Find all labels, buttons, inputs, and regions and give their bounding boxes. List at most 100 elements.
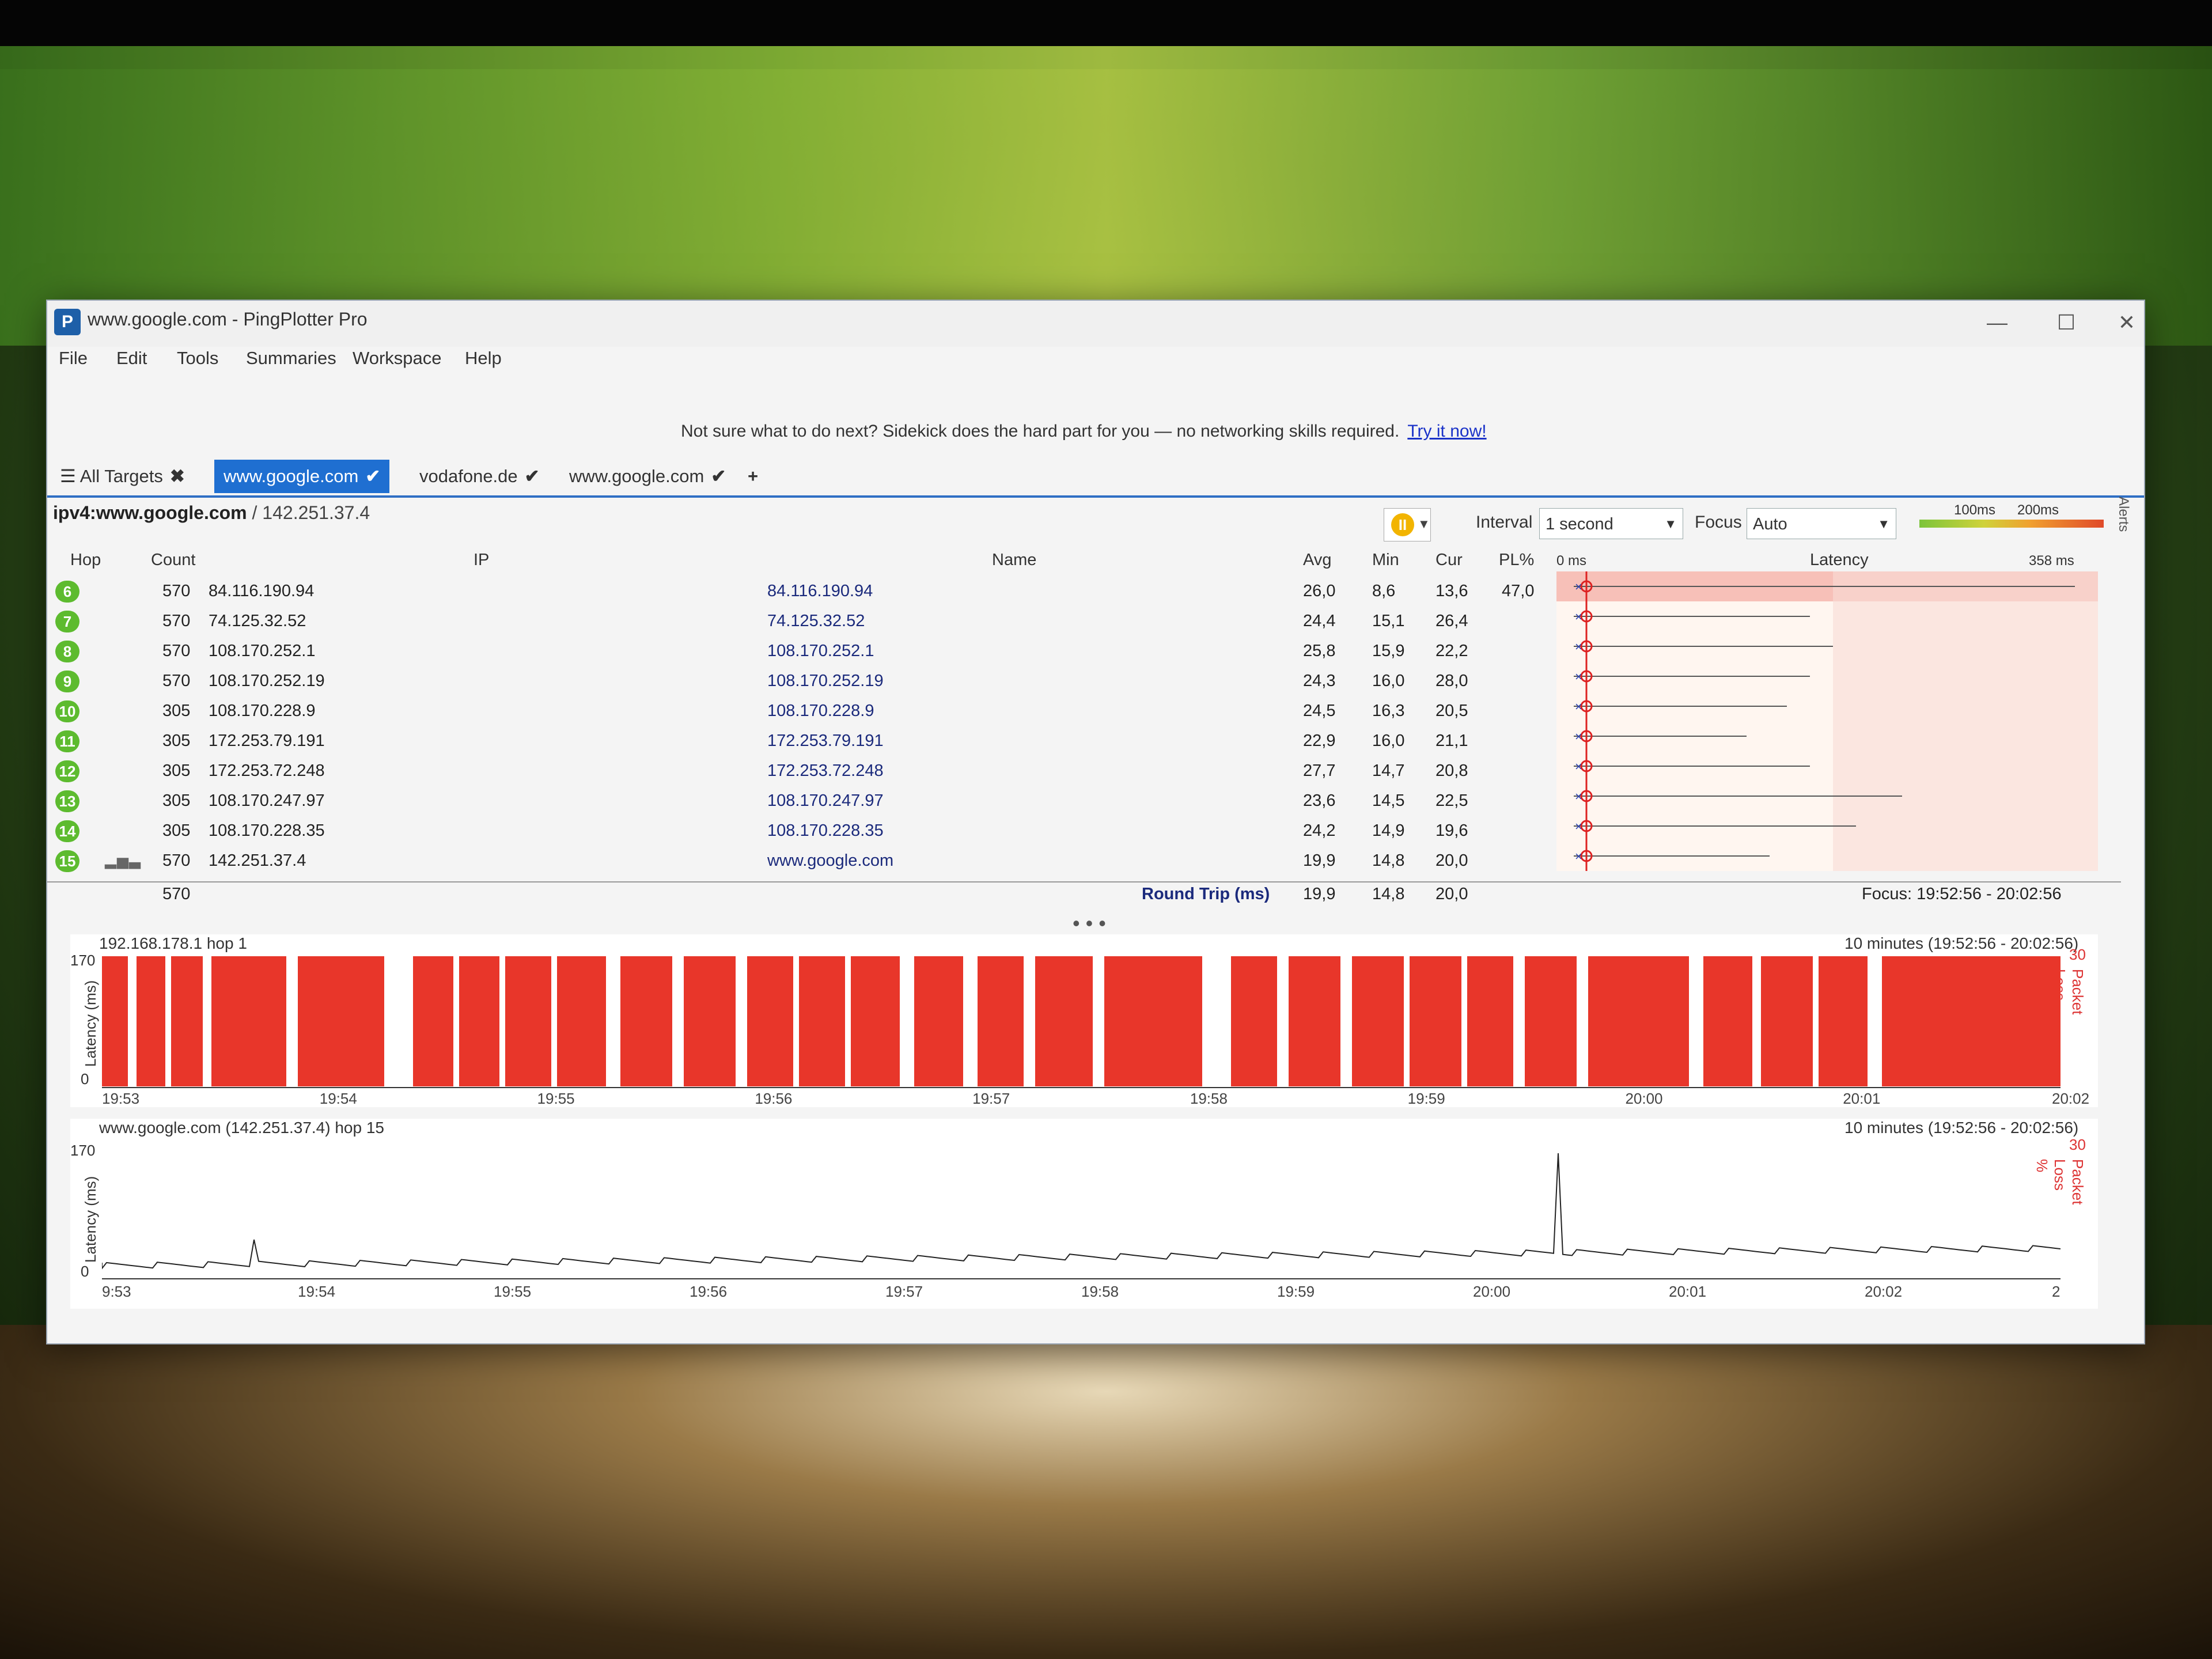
round-trip-count: 570 — [162, 885, 191, 903]
focus-range: Focus: 19:52:56 - 20:02:56 — [1862, 885, 2062, 903]
x-tick-label: 20:00 — [1625, 1090, 1663, 1107]
pause-button[interactable]: II ▼ — [1384, 508, 1431, 541]
col-name[interactable]: Name — [992, 551, 1036, 570]
hop-avg: 27,7 — [1303, 762, 1336, 780]
packet-loss-bar — [1104, 956, 1202, 1086]
packet-loss-bar — [1882, 956, 1928, 1086]
packet-loss-bar — [747, 956, 793, 1086]
col-latency[interactable]: Latency — [1810, 551, 1869, 570]
col-pl[interactable]: PL% — [1499, 551, 1534, 570]
tab-vodafone[interactable]: vodafone.de ✔ — [410, 460, 549, 493]
hop-cur: 26,4 — [1435, 612, 1468, 630]
x-tick-label: 20:01 — [1669, 1283, 1707, 1300]
tab-label: www.google.com — [224, 466, 359, 486]
hop-count: 305 — [162, 821, 191, 840]
col-cur[interactable]: Cur — [1435, 551, 1463, 570]
menu-summaries[interactable]: Summaries — [246, 348, 336, 369]
graph1-ymax: 170 — [70, 952, 96, 969]
hop-cur: 20,5 — [1435, 702, 1468, 720]
graph2-range[interactable]: 10 minutes (19:52:56 - 20:02:56) — [1844, 1119, 2078, 1137]
sidekick-link[interactable]: Try it now! — [1407, 422, 1486, 441]
round-trip-avg: 19,9 — [1303, 885, 1336, 903]
target-host: ipv4:www.google.com — [53, 502, 247, 523]
col-avg[interactable]: Avg — [1303, 551, 1331, 570]
tab-google-2[interactable]: www.google.com ✔ — [560, 460, 735, 493]
bar-chart-icon[interactable]: ▂▅▃ — [105, 851, 141, 869]
hop-ip: 172.253.79.191 — [209, 732, 325, 750]
hop-badge: 10 — [55, 700, 79, 722]
graph1-range[interactable]: 10 minutes (19:52:56 - 20:02:56) — [1844, 934, 2078, 953]
tab-google-active[interactable]: www.google.com ✔ — [214, 460, 390, 493]
x-tick-label: 19:54 — [319, 1090, 357, 1107]
x-tick-label: 19:59 — [1277, 1283, 1315, 1300]
pingplotter-logo-icon: P — [54, 309, 81, 335]
table-row[interactable]: 10 305 108.170.228.9 108.170.228.9 24,5 16,3 2… — [47, 697, 2121, 727]
menu-workspace[interactable]: Workspace — [353, 348, 442, 369]
splitter-handle[interactable]: • • • — [1073, 911, 1106, 935]
graph2-plot[interactable] — [102, 1147, 2061, 1280]
chevron-down-icon: ▼ — [1664, 517, 1677, 531]
packet-loss-bar — [1525, 956, 1577, 1086]
round-trip-label: Round Trip (ms) — [1142, 885, 1270, 903]
focus-select[interactable]: Auto ▼ — [1747, 508, 1896, 539]
menu-edit[interactable]: Edit — [116, 348, 147, 369]
chevron-down-icon[interactable]: ▼ — [1418, 517, 1430, 532]
col-min[interactable]: Min — [1372, 551, 1399, 570]
x-tick-label: 19:55 — [494, 1283, 532, 1300]
table-row[interactable]: 15 570 142.251.37.4 www.google.com 19,9 14,8 2… — [47, 847, 2121, 877]
add-tab-icon[interactable]: + — [738, 460, 767, 493]
hop-name: 108.170.228.9 — [767, 702, 874, 720]
col-hop[interactable]: Hop — [70, 551, 101, 570]
hop-pl: 47,0 — [1502, 582, 1535, 600]
hop1-timeline-graph: 192.168.178.1 hop 1 10 minutes (19:52:56… — [70, 934, 2098, 1107]
minimize-icon[interactable]: — — [1971, 306, 2023, 339]
close-icon[interactable]: ✕ — [2109, 306, 2144, 339]
interval-label: Interval — [1476, 513, 1533, 532]
hop-count: 570 — [162, 851, 191, 870]
menu-file[interactable]: File — [59, 348, 88, 369]
chevron-down-icon: ▼ — [1877, 517, 1890, 531]
hop-min: 8,6 — [1372, 582, 1396, 600]
window-title: www.google.com - PingPlotter Pro — [88, 309, 368, 329]
table-row[interactable]: 7 570 74.125.32.52 74.125.32.52 24,4 15,1 26,4 — [47, 607, 2121, 637]
hop-min: 14,5 — [1372, 791, 1405, 810]
hop-avg: 24,5 — [1303, 702, 1336, 720]
alerts-panel-toggle[interactable]: Alerts — [2115, 497, 2131, 532]
table-row[interactable]: 8 570 108.170.252.1 108.170.252.1 25,8 15,9 22… — [47, 637, 2121, 667]
maximize-icon[interactable]: ☐ — [2040, 306, 2092, 339]
col-zero-ms: 0 ms — [1556, 553, 1587, 569]
col-ip[interactable]: IP — [474, 551, 489, 570]
hop-badge: 14 — [55, 820, 79, 842]
hop-badge: 7 — [55, 611, 79, 632]
packet-loss-bar — [413, 956, 453, 1086]
tab-all-targets[interactable]: ☰ All Targets ✖ — [51, 460, 194, 493]
table-row[interactable]: 12 305 172.253.72.248 172.253.72.248 27,7 14,… — [47, 757, 2121, 787]
sidekick-banner: Not sure what to do next? Sidekick does … — [681, 422, 1487, 441]
hop-min: 15,1 — [1372, 612, 1405, 630]
hop-ip: 108.170.252.1 — [209, 642, 316, 660]
x-tick-label: 2 — [2052, 1283, 2061, 1300]
hop-badge: 8 — [55, 641, 79, 662]
table-row[interactable]: 14 305 108.170.228.35 108.170.228.35 24,2 14,… — [47, 817, 2121, 847]
menu-tools[interactable]: Tools — [177, 348, 218, 369]
table-row[interactable]: 6 570 84.116.190.94 84.116.190.94 26,0 8,6 13,… — [47, 577, 2121, 607]
hop-name: 74.125.32.52 — [767, 612, 865, 630]
hop-name: www.google.com — [767, 851, 894, 870]
close-tab-icon[interactable]: ✖ — [170, 466, 185, 486]
round-trip-cur: 20,0 — [1435, 885, 1468, 903]
menu-help[interactable]: Help — [465, 348, 502, 369]
packet-loss-bar — [1467, 956, 1513, 1086]
interval-select[interactable]: 1 second ▼ — [1539, 508, 1683, 539]
graph1-plot[interactable] — [102, 956, 2061, 1089]
x-tick-label: 20:02 — [2052, 1090, 2090, 1107]
table-row[interactable]: 13 305 108.170.247.97 108.170.247.97 23,6 14,… — [47, 787, 2121, 817]
table-row[interactable]: 11 305 172.253.79.191 172.253.79.191 22,9 16,… — [47, 727, 2121, 757]
wallpaper-lower — [0, 1325, 2212, 1659]
latency-color-scale — [1919, 520, 2104, 528]
latency-series-line — [102, 1153, 2061, 1270]
packet-loss-bar — [557, 956, 606, 1086]
hop-cur: 22,5 — [1435, 791, 1468, 810]
col-count[interactable]: Count — [151, 551, 195, 570]
list-icon: ☰ — [60, 466, 80, 486]
table-row[interactable]: 9 570 108.170.252.19 108.170.252.19 24,3 16,0… — [47, 667, 2121, 697]
